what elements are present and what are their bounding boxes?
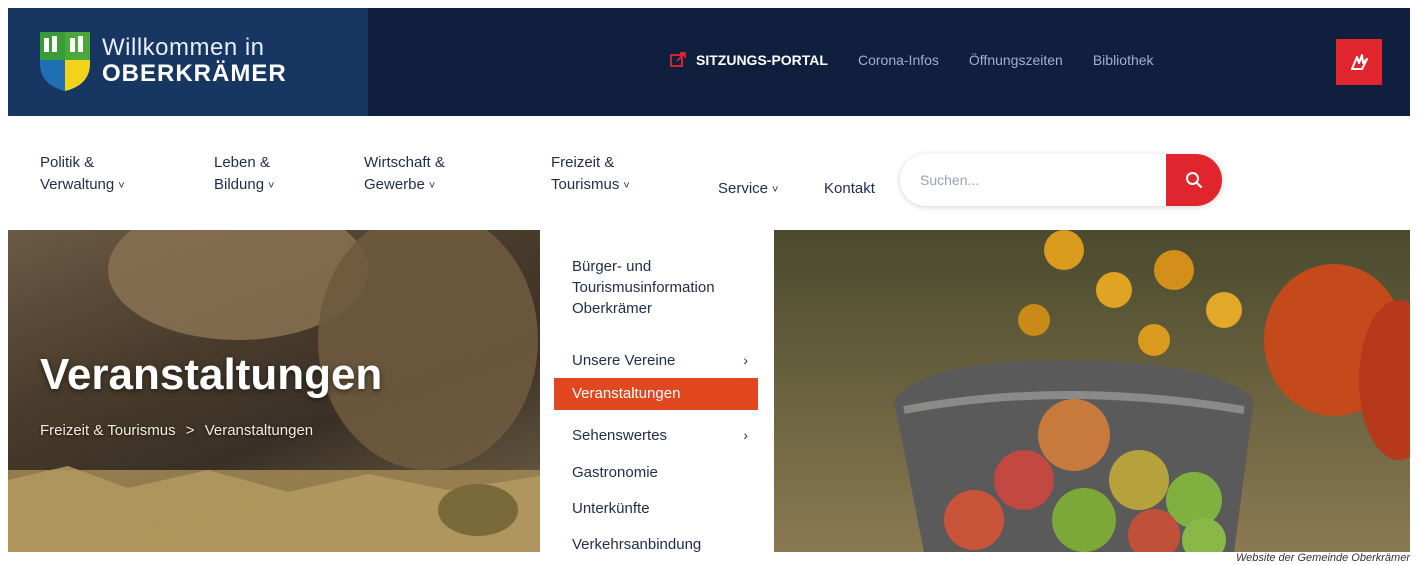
menu-item-veranstaltungen[interactable]: Veranstaltungen — [554, 378, 758, 410]
nav-item-wirtschaft-gewerbe[interactable]: Wirtschaft & Gewerbe ˅ — [364, 152, 445, 197]
hero-title: Veranstaltungen — [40, 350, 383, 399]
search-icon — [1186, 172, 1203, 189]
chevron-down-icon: ˅ — [428, 180, 436, 192]
chevron-down-icon: ˅ — [268, 180, 275, 192]
nav-item-kontakt[interactable]: Kontakt — [824, 178, 875, 200]
nav-item-freizeit-tourismus[interactable]: Freizeit & Tourismus ˅ — [551, 152, 630, 197]
menu-item-label: Sehenswertes — [572, 427, 668, 444]
nav-label-line2: Bildung — [214, 176, 265, 193]
menu-item-label: Gastronomie — [572, 464, 658, 481]
nav-label-line1: Wirtschaft & — [364, 154, 445, 171]
chevron-down-icon: ˅ — [623, 180, 630, 192]
breadcrumb: Freizeit & Tourismus > Veranstaltungen — [40, 422, 313, 439]
nav-label-line1: Leben & — [214, 154, 270, 171]
breadcrumb-link[interactable]: Freizeit & Tourismus — [40, 422, 176, 439]
menu-item-label: Veranstaltungen — [572, 385, 681, 402]
municipality-crest-icon — [40, 32, 90, 91]
menu-item-label: Unterkünfte — [572, 500, 650, 517]
nav-label-line2: Gewerbe — [364, 176, 425, 193]
nav-item-politik-verwaltung[interactable]: Politik & Verwaltung ˅ — [40, 152, 125, 197]
nav-label: Kontakt — [824, 180, 875, 197]
menu-item-label: Unsere Vereine — [572, 352, 676, 369]
menu-item-label: Verkehrsanbindung — [572, 536, 702, 552]
menu-item-gastronomie[interactable]: Gastronomie — [554, 462, 760, 483]
nav-label-line2: Tourismus — [551, 176, 620, 193]
nav-label-line2: Verwaltung — [40, 176, 115, 193]
bibliothek-link[interactable]: Bibliothek — [1093, 52, 1154, 68]
menu-item-label-line1: Bürger- und — [572, 258, 652, 275]
nav-item-leben-bildung[interactable]: Leben & Bildung ˅ — [214, 152, 274, 197]
nav-item-service[interactable]: Service ˅ — [718, 178, 778, 201]
sitzungs-portal-link[interactable]: SITZUNGS-PORTAL — [670, 52, 828, 68]
breadcrumb-current: Veranstaltungen — [204, 422, 314, 439]
sign-language-icon — [1351, 54, 1368, 70]
chevron-down-icon: ˅ — [772, 184, 779, 196]
menu-item-label-line3: Oberkrämer — [572, 300, 653, 317]
menu-item-unsere-vereine[interactable]: Unsere Vereine › — [554, 350, 760, 371]
menu-item-verkehrsanbindung[interactable]: Verkehrsanbindung — [554, 534, 760, 552]
search-button[interactable] — [1166, 154, 1222, 206]
autumn-basket-illustration — [894, 230, 1410, 552]
utility-nav: SITZUNGS-PORTAL Corona-Infos Öffnungszei… — [670, 52, 1184, 68]
chevron-right-icon: › — [743, 427, 748, 443]
hero-image-right — [774, 230, 1410, 552]
main-navigation: Politik & Verwaltung ˅ Leben & Bildung ˅ W… — [8, 116, 1410, 230]
breadcrumb-separator: > — [185, 422, 195, 439]
chevron-right-icon: › — [743, 352, 748, 368]
menu-item-sehenswertes[interactable]: Sehenswertes › — [554, 425, 760, 446]
hero-image-left: Veranstaltungen Freizeit & Tourismus > V… — [8, 230, 540, 552]
oeffnungszeiten-link[interactable]: Öffnungszeiten — [969, 52, 1063, 68]
nav-label-line1: Freizeit & — [551, 154, 615, 171]
nav-label-line1: Politik & — [40, 154, 95, 171]
menu-item-buerger-tourismusinformation[interactable]: Bürger- und Tourismusinformation Oberkrä… — [554, 256, 760, 319]
chevron-down-icon: ˅ — [118, 180, 125, 192]
website-screenshot: Willkommen in OBERKRÄMER SITZUNGS-PORTAL… — [8, 8, 1410, 552]
menu-item-label-line2: Tourismusinformation — [572, 279, 715, 296]
top-bar: Willkommen in OBERKRÄMER SITZUNGS-PORTAL… — [8, 8, 1410, 116]
brand-title-line1: Willkommen in — [102, 34, 265, 61]
sitzungs-portal-label: SITZUNGS-PORTAL — [696, 52, 828, 68]
external-link-icon — [670, 52, 686, 67]
search-input[interactable] — [920, 154, 1160, 206]
image-caption: Website der Gemeinde Oberkrämer — [1235, 552, 1410, 564]
menu-item-unterkuenfte[interactable]: Unterkünfte — [554, 498, 760, 519]
freizeit-tourismus-dropdown: Bürger- und Tourismusinformation Oberkrä… — [540, 230, 774, 552]
corona-infos-link[interactable]: Corona-Infos — [858, 52, 939, 68]
brand-panel[interactable]: Willkommen in OBERKRÄMER — [8, 8, 368, 116]
sign-language-button[interactable] — [1336, 39, 1382, 85]
brand-title-line2: OBERKRÄMER — [102, 60, 287, 87]
nav-label: Service — [718, 180, 769, 197]
